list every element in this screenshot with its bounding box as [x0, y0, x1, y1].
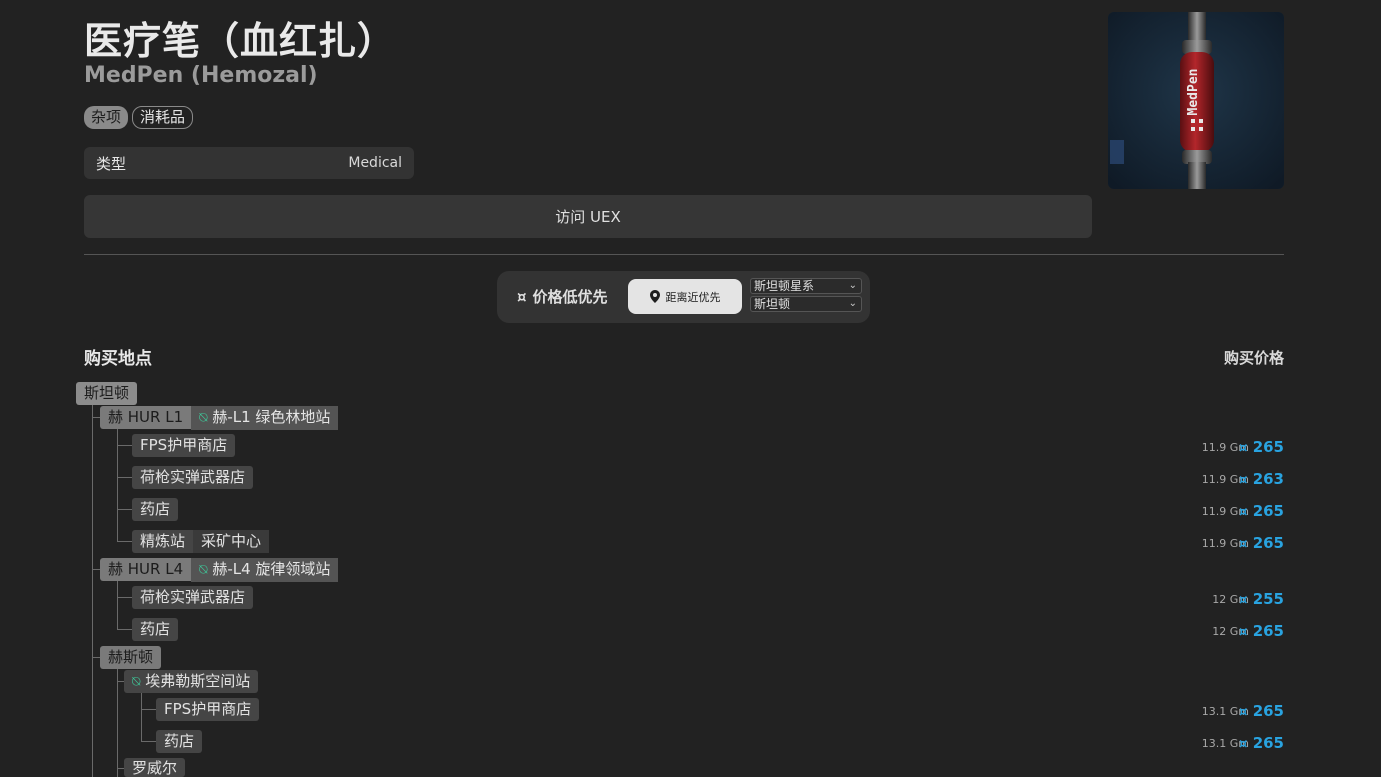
row-price-value: 265 — [1252, 534, 1284, 552]
row-price-value: 265 — [1252, 438, 1284, 456]
shop-node[interactable]: 药店 — [156, 730, 203, 753]
tree-node-hur-l4[interactable]: 赫 HUR L4 ⍉ 赫-L4 旋律领域站 — [100, 558, 339, 582]
system-select-value: 斯坦顿星系 — [754, 279, 815, 293]
shop-node[interactable]: FPS护甲商店 — [132, 434, 236, 457]
map-pin-icon — [649, 290, 660, 303]
tree-line — [117, 445, 132, 446]
item-image: MedPen — [1108, 12, 1284, 189]
sort-price-label: 价格低优先 — [532, 288, 608, 306]
section-divider — [84, 254, 1284, 255]
row-price: ¤ 265 — [1239, 734, 1284, 752]
tree-node-system[interactable]: 斯坦顿 — [76, 382, 138, 405]
currency-icon: ¤ — [1239, 537, 1248, 552]
row-price: ¤ 265 — [1239, 438, 1284, 456]
tree-line — [92, 405, 93, 777]
station-label: 埃弗勒斯空间站 — [145, 672, 251, 690]
location-select[interactable]: 斯坦顿 ⌄ — [750, 296, 862, 312]
chevron-down-icon: ⌄ — [848, 298, 857, 309]
row-price-value: 263 — [1252, 470, 1284, 488]
tree-line — [117, 669, 118, 777]
tag-list: 杂项 消耗品 — [84, 106, 194, 129]
shop-node[interactable]: 精炼站 采矿中心 — [132, 530, 270, 553]
space-station-icon: ⍉ — [199, 410, 208, 426]
row-price: ¤ 265 — [1239, 502, 1284, 520]
row-price-value: 265 — [1252, 502, 1284, 520]
tag-consumable[interactable]: 消耗品 — [132, 106, 194, 129]
hur-l4-station-label: 赫-L4 旋律领域站 — [212, 560, 331, 578]
chevron-down-icon: ⌄ — [848, 280, 857, 291]
sort-distance-near-button[interactable]: 距离近优先 — [628, 279, 742, 314]
tree-line — [117, 768, 124, 769]
row-price: ¤ 265 — [1239, 702, 1284, 720]
tree-line — [117, 597, 132, 598]
tree-node-lorville[interactable]: 罗威尔 — [124, 758, 186, 777]
shop-label: 精炼站 — [140, 532, 186, 550]
row-price: ¤ 265 — [1239, 534, 1284, 552]
shop-node[interactable]: FPS护甲商店 — [156, 698, 260, 721]
hur-l4-label: 赫 HUR L4 — [108, 560, 184, 578]
shop-sub-label: 采矿中心 — [193, 530, 270, 553]
space-station-icon: ⍉ — [132, 674, 141, 690]
tree-line — [117, 541, 132, 542]
tree-line — [141, 741, 156, 742]
tree-node-station[interactable]: ⍉ 埃弗勒斯空间站 — [124, 670, 259, 693]
hur-l1-station-label: 赫-L1 绿色林地站 — [212, 408, 331, 426]
shop-node[interactable]: 药店 — [132, 498, 179, 521]
tree-line — [117, 681, 124, 682]
type-value: Medical — [348, 155, 402, 171]
shop-node[interactable]: 荷枪实弹武器店 — [132, 586, 254, 609]
currency-icon: ¤ — [1239, 625, 1248, 640]
pen-logo-text: MedPen — [1186, 69, 1201, 116]
tree-line — [92, 417, 100, 418]
type-label: 类型 — [96, 154, 127, 173]
tag-misc[interactable]: 杂项 — [84, 106, 129, 129]
visit-uex-button[interactable]: 访问 UEX — [84, 195, 1092, 238]
row-price-value: 265 — [1252, 622, 1284, 640]
currency-icon: ¤ — [1239, 593, 1248, 608]
hur-l1-label: 赫 HUR L1 — [108, 408, 184, 426]
currency-icon: ¤ — [1239, 505, 1248, 520]
currency-icon: ¤ — [1239, 473, 1248, 488]
space-station-icon: ⍉ — [199, 562, 208, 578]
sort-distance-label: 距离近优先 — [665, 290, 721, 304]
tree-line — [117, 509, 132, 510]
shop-node[interactable]: 荷枪实弹武器店 — [132, 466, 254, 489]
currency-icon: ¤ — [1239, 705, 1248, 720]
row-price: ¤ 263 — [1239, 470, 1284, 488]
row-price: ¤ 265 — [1239, 622, 1284, 640]
row-price-value: 265 — [1252, 734, 1284, 752]
row-price: ¤ 255 — [1239, 590, 1284, 608]
row-price-value: 255 — [1252, 590, 1284, 608]
tree-line — [117, 477, 132, 478]
currency-icon: ¤ — [1239, 441, 1248, 456]
currency-icon: ¤ — [1239, 737, 1248, 752]
location-select-value: 斯坦顿 — [754, 297, 791, 311]
system-select[interactable]: 斯坦顿星系 ⌄ — [750, 278, 862, 294]
type-field: 类型 Medical — [84, 147, 414, 179]
tree-line — [117, 629, 132, 630]
item-title: 医疗笔（血红扎） — [84, 19, 397, 63]
tree-node-hurston[interactable]: 赫斯顿 — [100, 646, 162, 669]
item-subtitle: MedPen (Hemozal) — [84, 63, 318, 88]
currency-icon: ¤ — [517, 287, 527, 306]
buy-location-heading: 购买地点 — [84, 349, 152, 369]
tree-line — [141, 709, 156, 710]
tree-node-hur-l1[interactable]: 赫 HUR L1 ⍉ 赫-L1 绿色林地站 — [100, 406, 339, 430]
tree-line — [117, 581, 118, 629]
tree-line — [92, 657, 100, 658]
tree-line — [92, 569, 100, 570]
row-price-value: 265 — [1252, 702, 1284, 720]
buy-price-heading: 购买价格 — [1223, 349, 1284, 367]
shop-node[interactable]: 药店 — [132, 618, 179, 641]
tree-line — [141, 693, 142, 741]
